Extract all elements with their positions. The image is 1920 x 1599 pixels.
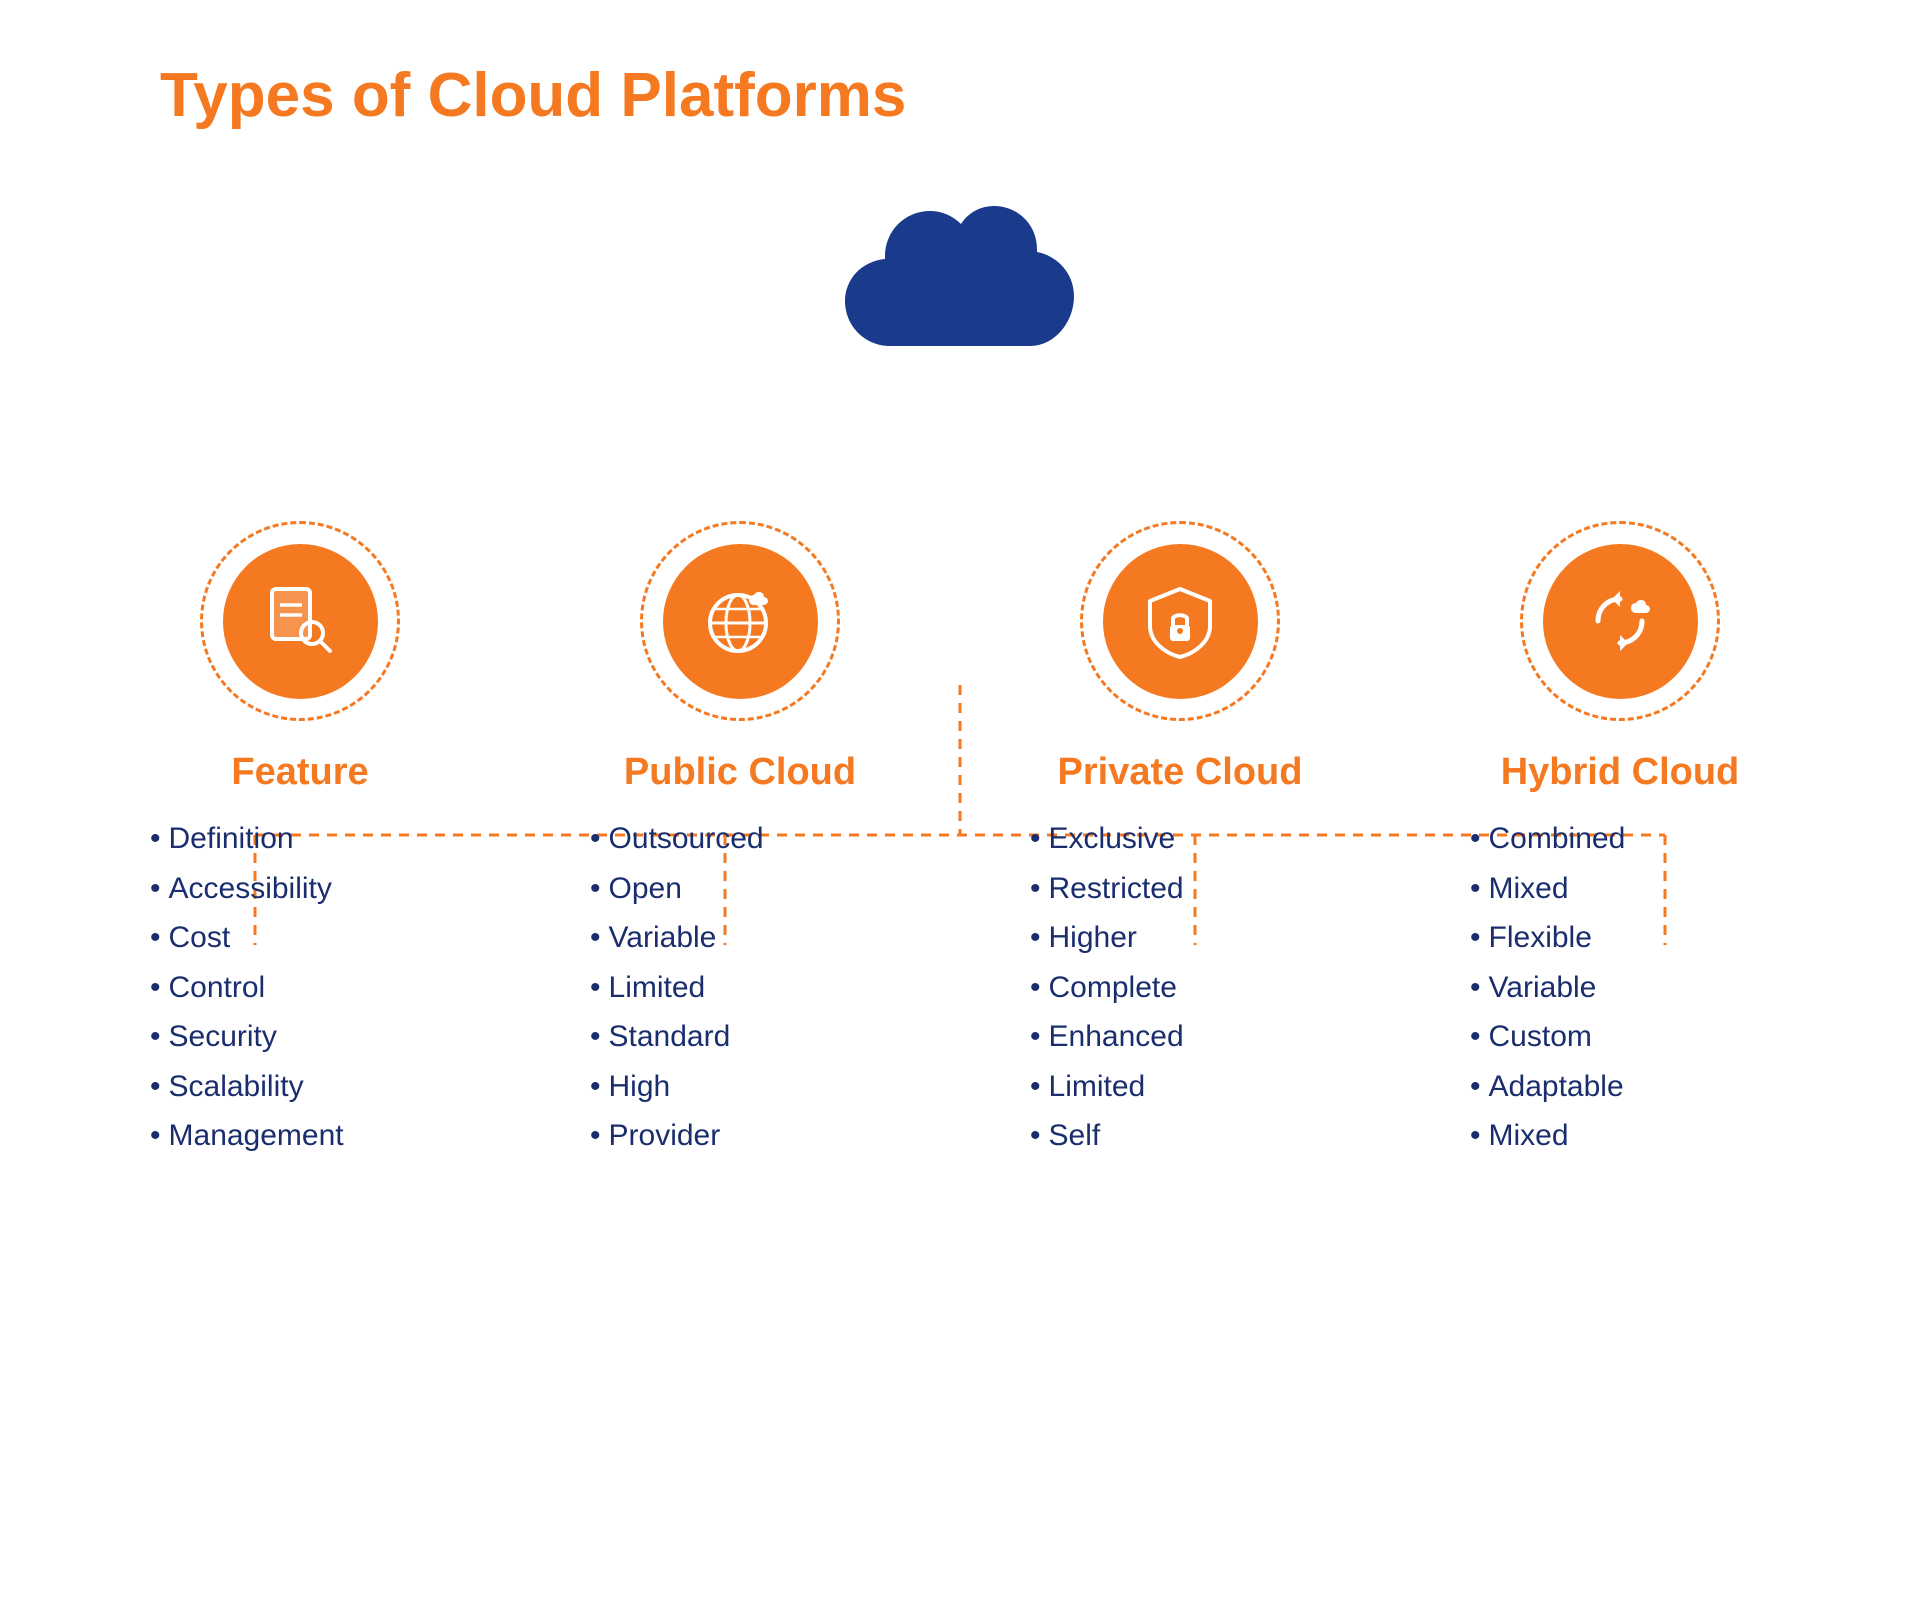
list-item: Flexible	[1460, 913, 1780, 963]
list-item: Mixed	[1460, 1111, 1780, 1161]
list-item: Security	[140, 1012, 460, 1062]
list-item: Definition	[140, 814, 460, 864]
columns-row: Feature Definition Accessibility Cost Co…	[80, 521, 1840, 1161]
private-cloud-title: Private Cloud	[1058, 751, 1303, 794]
private-cloud-icon-inner	[1103, 544, 1258, 699]
page-title: Types of Cloud Platforms	[160, 60, 906, 131]
list-item: High	[580, 1062, 900, 1112]
public-cloud-icon-outer	[640, 521, 840, 721]
public-cloud-column: Public Cloud Outsourced Open Variable Li…	[580, 521, 900, 1161]
hybrid-cloud-title: Hybrid Cloud	[1501, 751, 1740, 794]
hybrid-cloud-icon-inner	[1543, 544, 1698, 699]
list-item: Accessibility	[140, 864, 460, 914]
list-item: Limited	[1020, 1062, 1340, 1112]
list-item: Self	[1020, 1111, 1340, 1161]
document-search-icon	[260, 581, 340, 661]
list-item: Combined	[1460, 814, 1780, 864]
page-container: Types of Cloud Platforms	[0, 0, 1920, 1599]
public-cloud-icon-inner	[663, 544, 818, 699]
list-item: Outsourced	[580, 814, 900, 864]
list-item: Scalability	[140, 1062, 460, 1112]
list-item: Standard	[580, 1012, 900, 1062]
public-cloud-title: Public Cloud	[624, 751, 856, 794]
shield-lock-icon	[1140, 581, 1220, 661]
list-item: Higher	[1020, 913, 1340, 963]
globe-cloud-icon	[700, 581, 780, 661]
feature-list: Definition Accessibility Cost Control Se…	[140, 814, 460, 1161]
list-item: Restricted	[1020, 864, 1340, 914]
private-cloud-column: Private Cloud Exclusive Restricted Highe…	[1020, 521, 1340, 1161]
list-item: Mixed	[1460, 864, 1780, 914]
list-item: Variable	[580, 913, 900, 963]
diagram-area: Feature Definition Accessibility Cost Co…	[80, 191, 1840, 1559]
public-cloud-list: Outsourced Open Variable Limited Standar…	[580, 814, 900, 1161]
feature-title: Feature	[231, 751, 368, 794]
arrows-cloud-icon	[1580, 581, 1660, 661]
list-item: Open	[580, 864, 900, 914]
hybrid-cloud-icon-outer	[1520, 521, 1720, 721]
list-item: Management	[140, 1111, 460, 1161]
list-item: Enhanced	[1020, 1012, 1340, 1062]
list-item: Exclusive	[1020, 814, 1340, 864]
list-item: Custom	[1460, 1012, 1780, 1062]
list-item: Provider	[580, 1111, 900, 1161]
cloud-icon	[830, 191, 1090, 391]
private-cloud-list: Exclusive Restricted Higher Complete Enh…	[1020, 814, 1340, 1161]
list-item: Variable	[1460, 963, 1780, 1013]
feature-column: Feature Definition Accessibility Cost Co…	[140, 521, 460, 1161]
feature-icon-inner	[223, 544, 378, 699]
list-item: Adaptable	[1460, 1062, 1780, 1112]
list-item: Complete	[1020, 963, 1340, 1013]
list-item: Control	[140, 963, 460, 1013]
private-cloud-icon-outer	[1080, 521, 1280, 721]
list-item: Limited	[580, 963, 900, 1013]
hybrid-cloud-list: Combined Mixed Flexible Variable Custom …	[1460, 814, 1780, 1161]
list-item: Cost	[140, 913, 460, 963]
feature-icon-outer	[200, 521, 400, 721]
hybrid-cloud-column: Hybrid Cloud Combined Mixed Flexible Var…	[1460, 521, 1780, 1161]
